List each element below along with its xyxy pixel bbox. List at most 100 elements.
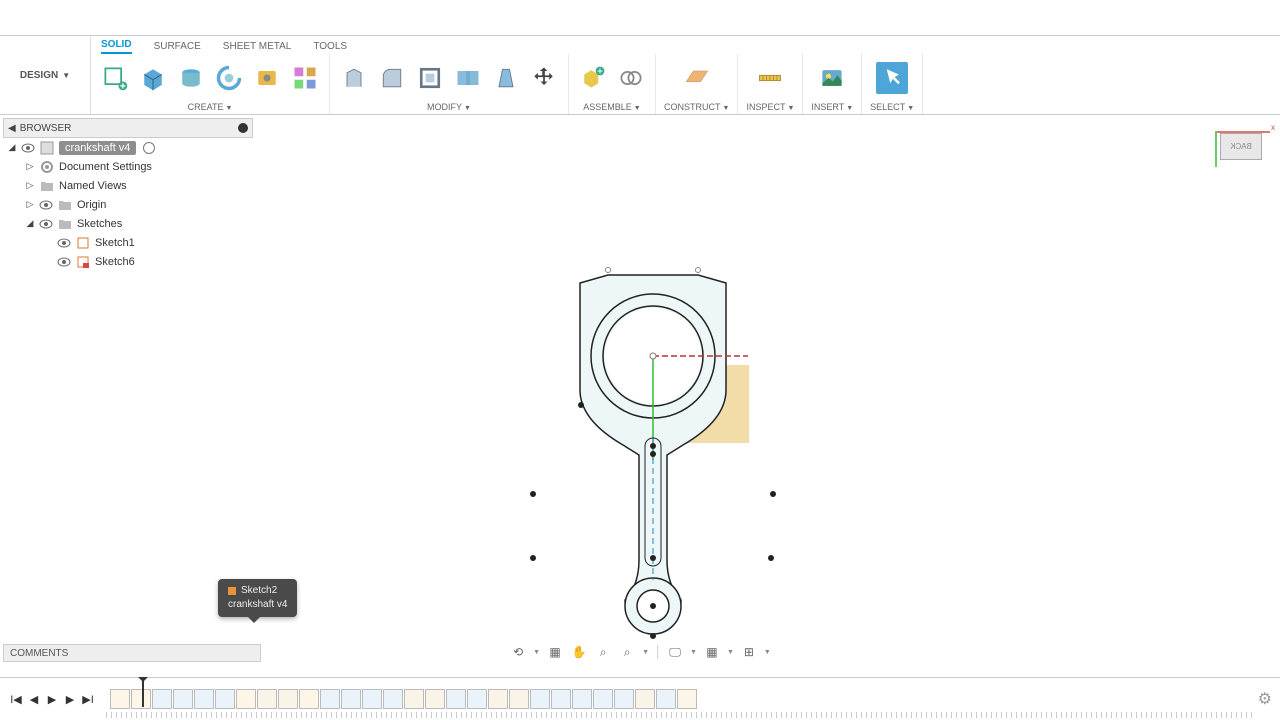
box-button[interactable] (137, 62, 169, 94)
timeline-feature[interactable] (215, 689, 235, 709)
timeline-feature[interactable] (446, 689, 466, 709)
group-select: SELECT▼ (862, 54, 923, 114)
timeline-feature[interactable] (404, 689, 424, 709)
new-component-button[interactable] (577, 62, 609, 94)
timeline-feature[interactable] (488, 689, 508, 709)
timeline-feature[interactable] (299, 689, 319, 709)
pattern-button[interactable] (289, 62, 321, 94)
y-axis-icon (1215, 131, 1217, 167)
timeline-feature[interactable] (593, 689, 613, 709)
tab-surface[interactable]: SURFACE (154, 41, 201, 54)
timeline-feature[interactable] (656, 689, 676, 709)
timeline-feature[interactable] (152, 689, 172, 709)
tab-sheet-metal[interactable]: SHEET METAL (223, 41, 292, 54)
joint-button[interactable] (615, 62, 647, 94)
title-bar (0, 0, 1280, 36)
grid-settings-button[interactable]: ▦ (703, 643, 721, 661)
timeline-feature[interactable] (677, 689, 697, 709)
comments-panel[interactable]: COMMENTS (3, 644, 261, 662)
timeline-feature[interactable] (194, 689, 214, 709)
timeline-play-button[interactable]: ▶ (44, 691, 60, 707)
fit-button[interactable]: ⌕ (618, 643, 636, 661)
measure-button[interactable] (754, 62, 786, 94)
fillet-button[interactable] (376, 62, 408, 94)
select-label: SELECT (870, 102, 905, 112)
insert-label: INSERT (811, 102, 844, 112)
insert-button[interactable] (816, 62, 848, 94)
viewcube-face[interactable]: BACK (1220, 133, 1262, 160)
tab-tools[interactable]: TOOLS (313, 41, 347, 54)
zoom-button[interactable]: ⌕ (594, 643, 612, 661)
group-insert: INSERT▼ (803, 54, 862, 114)
timeline-feature[interactable] (572, 689, 592, 709)
timeline-start-button[interactable]: I◀ (8, 691, 24, 707)
assemble-label: ASSEMBLE (583, 102, 632, 112)
timeline-track[interactable] (106, 684, 1256, 714)
design-label: DESIGN (20, 70, 58, 81)
group-assemble: ASSEMBLE▼ (569, 54, 656, 114)
ribbon: DESIGN ▼ SOLID SURFACE SHEET METAL TOOLS (0, 36, 1280, 115)
display-settings-button[interactable]: 🖵 (666, 643, 684, 661)
workspace-tabs: SOLID SURFACE SHEET METAL TOOLS (91, 36, 1280, 54)
timeline-feature[interactable] (551, 689, 571, 709)
caret-down-icon: ▼ (62, 71, 70, 80)
group-create: CREATE▼ (91, 54, 330, 114)
combine-button[interactable] (452, 62, 484, 94)
timeline-feature[interactable] (614, 689, 634, 709)
timeline-feature[interactable] (173, 689, 193, 709)
x-axis-label: x (1271, 123, 1275, 132)
create-label: CREATE (188, 102, 224, 112)
view-cube[interactable]: x BACK (1215, 125, 1265, 163)
timeline-marker[interactable] (142, 681, 144, 707)
timeline-feature[interactable] (341, 689, 361, 709)
pan-button[interactable]: ✋ (570, 643, 588, 661)
timeline-feature[interactable] (110, 689, 130, 709)
sketch-icon (228, 587, 236, 595)
modify-label: MODIFY (427, 102, 462, 112)
construct-label: CONSTRUCT (664, 102, 721, 112)
timeline-end-button[interactable]: ▶I (80, 691, 96, 707)
select-button[interactable] (876, 62, 908, 94)
timeline-feature[interactable] (236, 689, 256, 709)
viewport-button[interactable]: ⊞ (740, 643, 758, 661)
timeline-feature[interactable] (383, 689, 403, 709)
plane-button[interactable] (681, 62, 713, 94)
design-workspace-button[interactable]: DESIGN ▼ (0, 36, 91, 114)
look-at-button[interactable]: ▦ (546, 643, 564, 661)
sketch-button[interactable] (99, 62, 131, 94)
timeline-feature[interactable] (131, 689, 151, 709)
timeline-feature[interactable] (467, 689, 487, 709)
timeline-feature[interactable] (362, 689, 382, 709)
timeline-feature[interactable] (635, 689, 655, 709)
navigation-toolbar: ⟲▼ ▦ ✋ ⌕ ⌕▼ 🖵▼ ▦▼ ⊞▼ (509, 642, 771, 662)
shell-button[interactable] (414, 62, 446, 94)
draft-button[interactable] (490, 62, 522, 94)
model-canvas[interactable] (0, 115, 1280, 645)
timeline: I◀ ◀ ▶ ▶ ▶I ⚙ (0, 677, 1280, 720)
move-button[interactable] (528, 62, 560, 94)
orbit-button[interactable]: ⟲ (509, 643, 527, 661)
timeline-tooltip: Sketch2 crankshaft v4 (218, 579, 297, 617)
revolve-button[interactable] (213, 62, 245, 94)
timeline-feature[interactable] (425, 689, 445, 709)
hole-button[interactable] (251, 62, 283, 94)
work-area: ◀ BROWSER ◢ crankshaft v4 ▷ Document Set… (0, 115, 1280, 677)
extrude-button[interactable] (175, 62, 207, 94)
group-construct: CONSTRUCT▼ (656, 54, 738, 114)
comments-label: COMMENTS (10, 648, 68, 659)
press-pull-button[interactable] (338, 62, 370, 94)
tab-solid[interactable]: SOLID (101, 39, 132, 54)
inspect-label: INSPECT (746, 102, 785, 112)
timeline-next-button[interactable]: ▶ (62, 691, 78, 707)
timeline-prev-button[interactable]: ◀ (26, 691, 42, 707)
timeline-feature[interactable] (509, 689, 529, 709)
group-inspect: INSPECT▼ (738, 54, 803, 114)
group-modify: MODIFY▼ (330, 54, 569, 114)
timeline-feature[interactable] (320, 689, 340, 709)
timeline-settings-button[interactable]: ⚙ (1258, 689, 1272, 709)
tooltip-name: Sketch2 (241, 584, 277, 598)
timeline-feature[interactable] (278, 689, 298, 709)
timeline-feature[interactable] (530, 689, 550, 709)
timeline-feature[interactable] (257, 689, 277, 709)
tooltip-parent: crankshaft v4 (228, 598, 287, 612)
